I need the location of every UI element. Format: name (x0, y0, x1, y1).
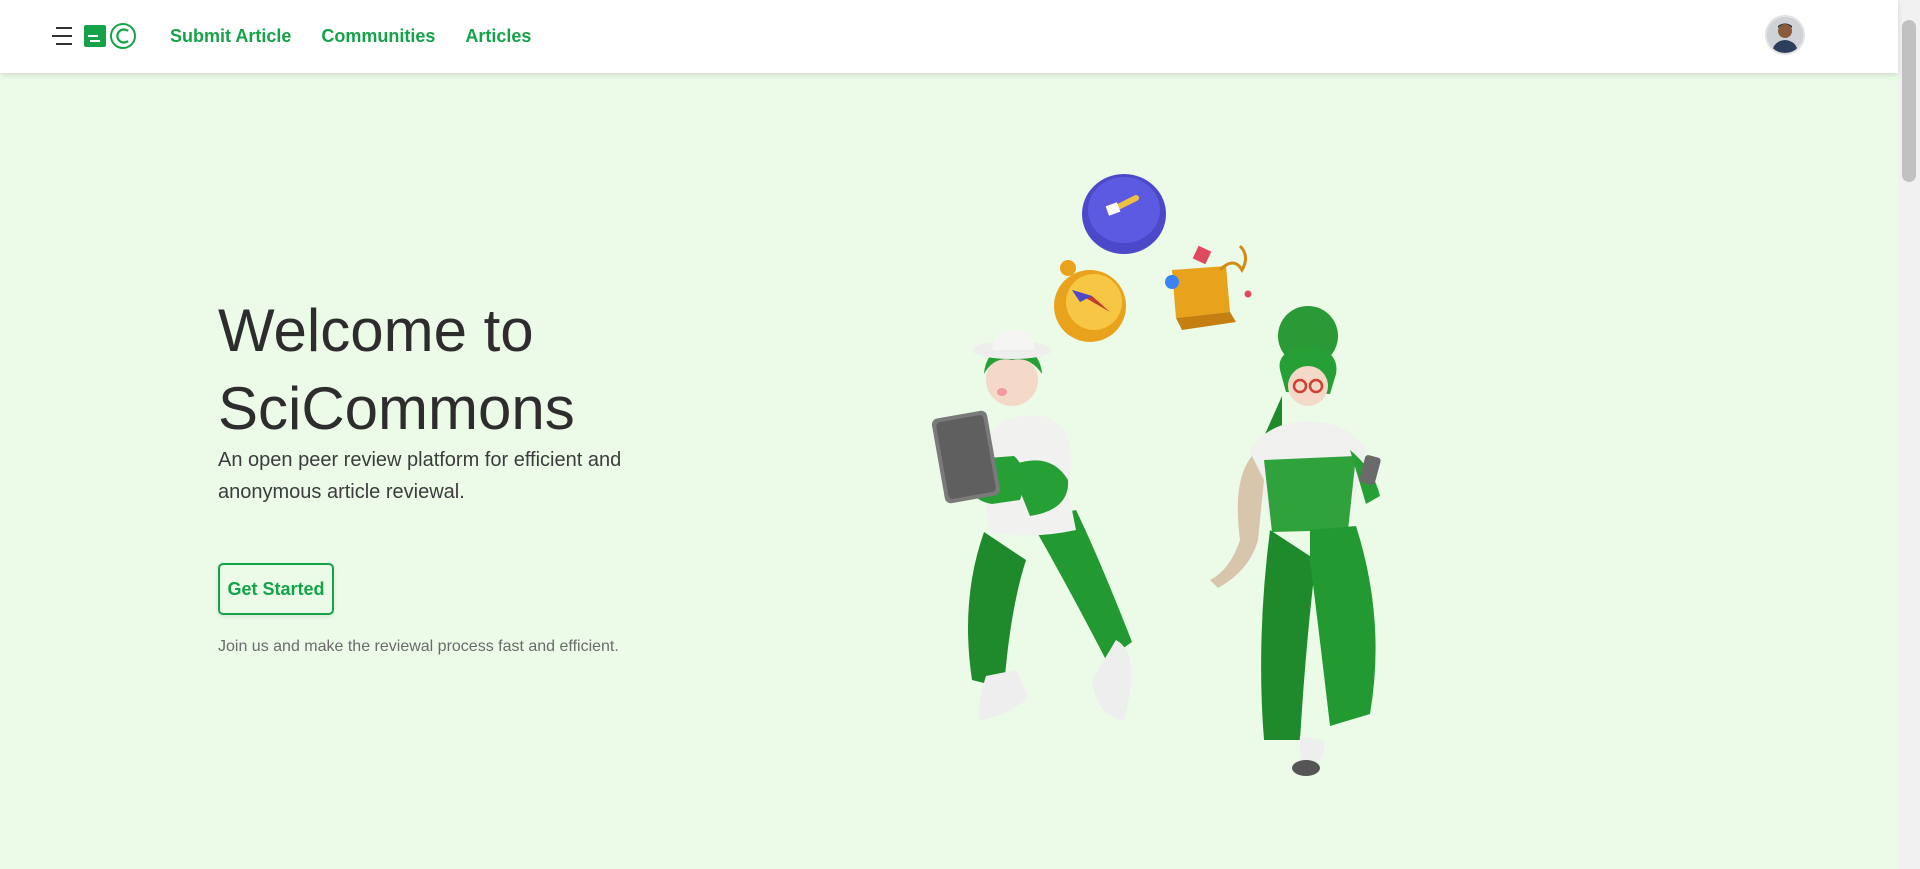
navbar: Submit Article Communities Articles (0, 0, 1898, 73)
box-icon (1165, 244, 1252, 330)
scroll-thumb[interactable] (1902, 20, 1916, 182)
left-character (931, 329, 1132, 720)
compass-icon (1054, 260, 1126, 342)
nav-communities[interactable]: Communities (321, 26, 435, 47)
hero-title: Welcome to SciCommons (218, 292, 738, 448)
hero-title-line1: Welcome to (218, 297, 534, 364)
avatar-image (1767, 17, 1803, 53)
clock-icon (1082, 174, 1166, 254)
illustration (931, 174, 1381, 776)
hero-subtitle: An open peer review platform for efficie… (218, 449, 622, 503)
nav-articles[interactable]: Articles (465, 26, 531, 47)
menu-icon[interactable] (52, 26, 72, 46)
hero-tagline: Join us and make the reviewal process fa… (218, 638, 619, 655)
page-scrollbar[interactable] (1898, 0, 1920, 869)
get-started-button[interactable]: Get Started (218, 563, 334, 615)
right-character (1210, 306, 1381, 776)
nav-submit-article[interactable]: Submit Article (170, 26, 291, 47)
logo-icon[interactable] (84, 22, 138, 50)
nav-links: Submit Article Communities Articles (170, 0, 531, 73)
avatar[interactable] (1765, 15, 1805, 55)
hero-title-line2: SciCommons (218, 375, 575, 442)
